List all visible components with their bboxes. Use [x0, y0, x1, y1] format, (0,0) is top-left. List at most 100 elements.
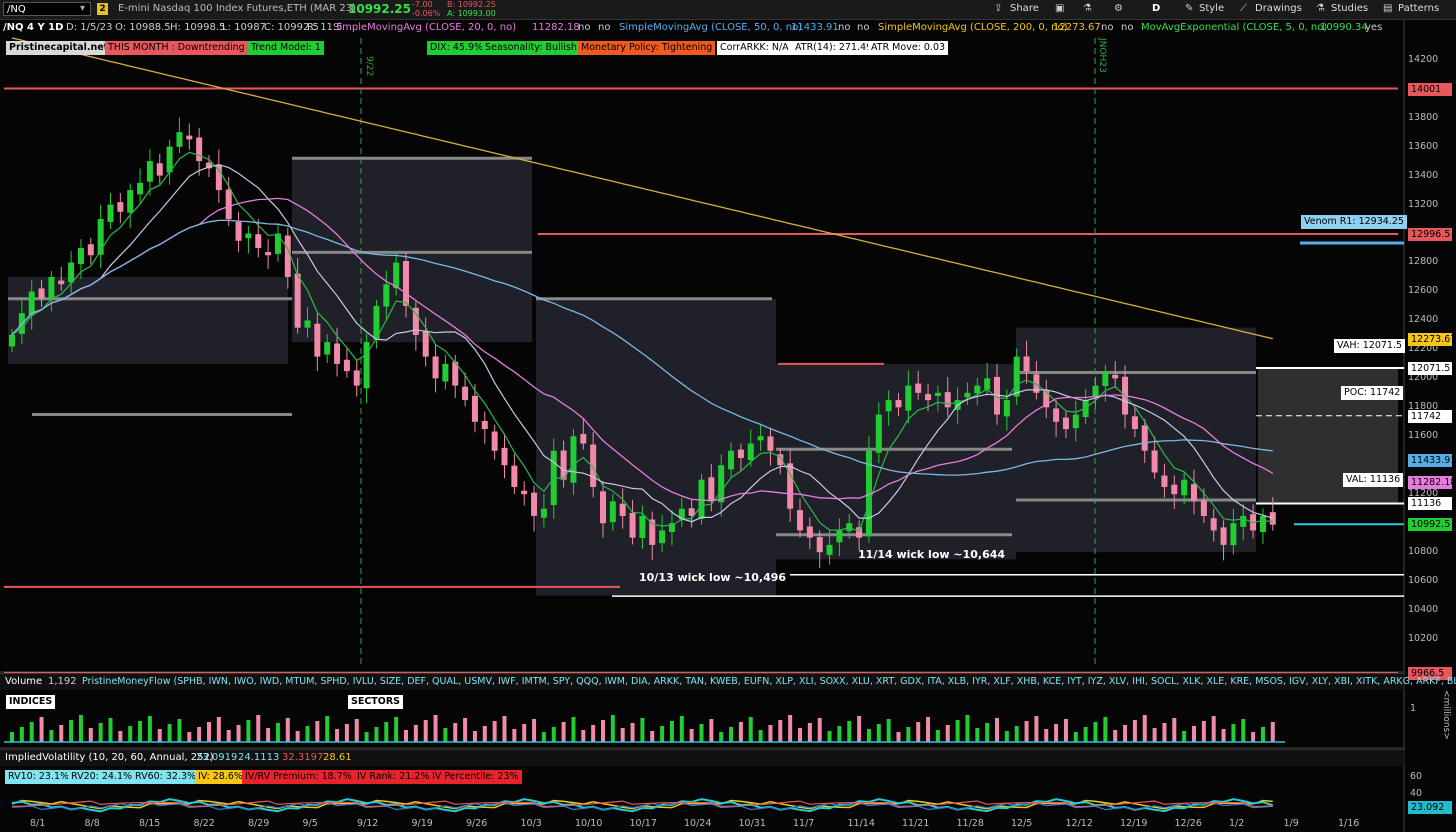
candle-body-85	[846, 523, 853, 532]
candle-body-73	[728, 450, 735, 470]
moneyflow-bar-61	[610, 715, 615, 742]
candle-body-114	[1131, 416, 1138, 430]
moneyflow-bar-66	[660, 726, 665, 742]
moneyflow-bar-120	[1192, 726, 1196, 742]
x-tick-15: 11/14	[847, 818, 875, 829]
iv-panel-header: ImpliedVolatility (10, 20, 60, Annual, 2…	[0, 749, 1404, 766]
candle-body-54	[540, 508, 547, 518]
candle-body-15	[156, 163, 163, 176]
y-tick-7: 12800	[1408, 256, 1439, 268]
candle-body-128	[1269, 512, 1276, 525]
moneyflow-bar-12	[128, 726, 133, 742]
vah-label: VAH: 12071.5	[1334, 339, 1406, 353]
poc-label: POC: 11742	[1341, 386, 1404, 400]
candle-body-118	[1171, 484, 1178, 495]
candle-body-22	[225, 189, 232, 220]
moneyflow-bar-77	[768, 725, 773, 742]
moneyflow-bar-60	[601, 720, 605, 742]
moneyflow-bar-5	[59, 725, 64, 742]
candle-body-24	[245, 233, 252, 239]
x-tick-7: 9/19	[411, 818, 433, 829]
candle-body-38	[383, 284, 390, 307]
moneyflow-bar-13	[138, 721, 143, 742]
moneyflow-bar-2	[29, 722, 34, 742]
moneyflow-bar-85	[847, 721, 852, 742]
moneyflow-bar-31	[315, 721, 320, 742]
seasonality-label: Seasonality: Bullish	[482, 41, 580, 55]
iv-tick-40: 40	[1410, 788, 1423, 799]
candle-body-75	[747, 443, 754, 461]
moneyflow-bar-47	[472, 731, 477, 742]
volume-profile-1	[292, 158, 532, 343]
candle-body-120	[1191, 484, 1197, 502]
y-tick-17: 10800	[1408, 546, 1439, 558]
moneyflow-bar-74	[738, 722, 743, 742]
candle-body-119	[1181, 479, 1188, 496]
x-tick-2: 8/15	[139, 818, 161, 829]
moneyflow-bar-63	[630, 723, 635, 742]
candle-body-95	[944, 392, 951, 408]
moneyflow-bar-125	[1241, 719, 1246, 742]
moneyflow-bar-128	[1270, 722, 1275, 742]
moneyflow-bar-58	[581, 730, 586, 742]
candle-body-62	[619, 503, 626, 516]
moneyflow-bar-65	[650, 731, 655, 742]
moneyflow-bar-29	[295, 731, 300, 742]
moneyflow-bar-68	[679, 716, 684, 742]
moneyflow-bar-26	[266, 728, 271, 742]
moneyflow-bar-70	[699, 724, 704, 742]
moneyflow-bar-113	[1123, 725, 1128, 742]
candle-body-115	[1141, 425, 1148, 451]
moneyflow-bar-119	[1182, 731, 1187, 742]
y-tick-19: 10400	[1408, 604, 1439, 616]
candle-body-44	[442, 363, 449, 382]
y-tick-18: 10600	[1408, 575, 1439, 587]
rv20-label: RV20: 24.1%	[68, 770, 136, 784]
candle-body-76	[757, 436, 764, 441]
candle-body-94	[934, 392, 941, 397]
moneyflow-bar-123	[1221, 729, 1226, 742]
moneyflow-bar-23	[236, 725, 241, 742]
candle-body-127	[1259, 515, 1266, 533]
candle-body-23	[235, 221, 242, 241]
volume-title: Volume	[5, 676, 43, 687]
candle-body-92	[915, 383, 922, 393]
x-tick-11: 10/17	[629, 818, 657, 829]
moneyflow-bar-114	[1132, 720, 1137, 742]
price-tag-8: 10992.5	[1408, 518, 1452, 532]
candle-body-74	[737, 449, 744, 458]
y-tick-8: 12600	[1408, 285, 1439, 297]
moneyflow-bar-83	[827, 731, 832, 742]
candle-body-90	[895, 400, 902, 408]
moneyflow-bar-79	[788, 715, 793, 742]
moneyflow-bar-42	[423, 720, 428, 742]
x-tick-20: 12/19	[1120, 818, 1148, 829]
y-tick-3: 13600	[1408, 140, 1439, 152]
price-chart[interactable]	[0, 0, 1456, 832]
candle-body-111	[1102, 371, 1109, 387]
moneyflow-bar-94	[935, 730, 940, 742]
x-tick-4: 8/29	[248, 818, 270, 829]
vline-label-1: 9/22	[364, 56, 374, 77]
candle-body-110	[1092, 385, 1099, 398]
moneyflow-bar-3	[39, 717, 44, 742]
moneyflow-bar-116	[1152, 728, 1157, 742]
candle-body-50	[501, 447, 508, 466]
dix-label: DIX: 45.9%	[427, 41, 487, 55]
moneyflow-bar-35	[354, 719, 359, 742]
x-tick-12: 10/24	[684, 818, 712, 829]
candle-body-82	[816, 537, 823, 553]
price-tag-5: 11433.91	[1408, 454, 1456, 468]
candle-body-8	[87, 244, 94, 256]
moneyflow-bar-107	[1063, 719, 1068, 742]
x-tick-5: 9/5	[302, 818, 318, 829]
x-tick-9: 10/3	[520, 818, 542, 829]
moneyflow-bar-51	[512, 729, 517, 742]
volume-value: 1,192	[48, 676, 77, 687]
corr-label: CorrARKK: N/A	[717, 41, 792, 55]
candle-body-12	[127, 190, 134, 213]
candle-body-89	[885, 400, 892, 412]
iv-value-1: 23.0919	[196, 752, 238, 763]
candle-body-31	[314, 323, 321, 357]
candle-body-86	[856, 527, 863, 538]
